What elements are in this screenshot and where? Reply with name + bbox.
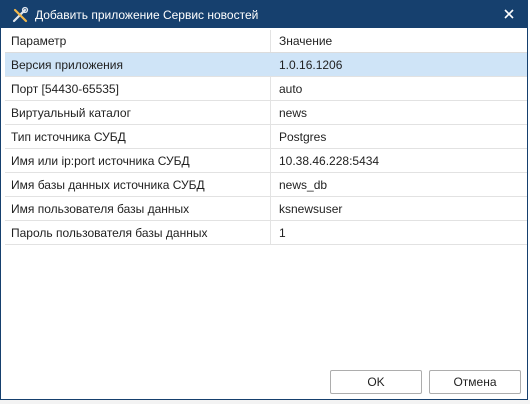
tools-icon <box>11 6 29 24</box>
param-cell: Порт [54430-65535] <box>5 77 271 100</box>
value-cell[interactable]: ksnewsuser <box>271 197 527 220</box>
dialog-footer: OK Отмена <box>1 369 529 397</box>
value-cell[interactable]: news_db <box>271 173 527 196</box>
table-row[interactable]: Порт [54430-65535] auto <box>5 77 527 101</box>
value-cell[interactable]: 10.38.46.228:5434 <box>271 149 527 172</box>
table-row[interactable]: Виртуальный каталог news <box>5 101 527 125</box>
value-cell[interactable]: news <box>271 101 527 124</box>
table-row[interactable]: Версия приложения 1.0.16.1206 <box>5 53 527 77</box>
param-cell: Версия приложения <box>5 53 271 76</box>
dialog-titlebar[interactable]: Добавить приложение Сервис новостей <box>1 1 527 28</box>
param-cell: Имя или ip:port источника СУБД <box>5 149 271 172</box>
ok-button[interactable]: OK <box>330 370 422 394</box>
value-cell[interactable]: 1.0.16.1206 <box>271 53 527 76</box>
value-cell[interactable]: auto <box>271 77 527 100</box>
param-cell: Тип источника СУБД <box>5 125 271 148</box>
cancel-button[interactable]: Отмена <box>429 370 521 394</box>
close-icon[interactable] <box>501 6 517 22</box>
table-row[interactable]: Имя или ip:port источника СУБД 10.38.46.… <box>5 149 527 173</box>
column-header-value[interactable]: Значение <box>271 30 527 52</box>
param-cell: Имя базы данных источника СУБД <box>5 173 271 196</box>
dialog-title: Добавить приложение Сервис новостей <box>35 7 259 22</box>
param-cell: Виртуальный каталог <box>5 101 271 124</box>
table-row[interactable]: Имя пользователя базы данных ksnewsuser <box>5 197 527 221</box>
param-cell: Имя пользователя базы данных <box>5 197 271 220</box>
table-row[interactable]: Тип источника СУБД Postgres <box>5 125 527 149</box>
column-header-param[interactable]: Параметр <box>5 30 271 52</box>
value-cell[interactable]: 1 <box>271 221 527 244</box>
add-application-dialog: Добавить приложение Сервис новостей Пара… <box>0 0 528 400</box>
parameters-grid: Параметр Значение Версия приложения 1.0.… <box>5 30 527 245</box>
table-row[interactable]: Пароль пользователя базы данных 1 <box>5 221 527 245</box>
param-cell: Пароль пользователя базы данных <box>5 221 271 244</box>
table-row[interactable]: Имя базы данных источника СУБД news_db <box>5 173 527 197</box>
value-cell[interactable]: Postgres <box>271 125 527 148</box>
background-window-edge <box>0 400 530 404</box>
grid-header: Параметр Значение <box>5 30 527 53</box>
